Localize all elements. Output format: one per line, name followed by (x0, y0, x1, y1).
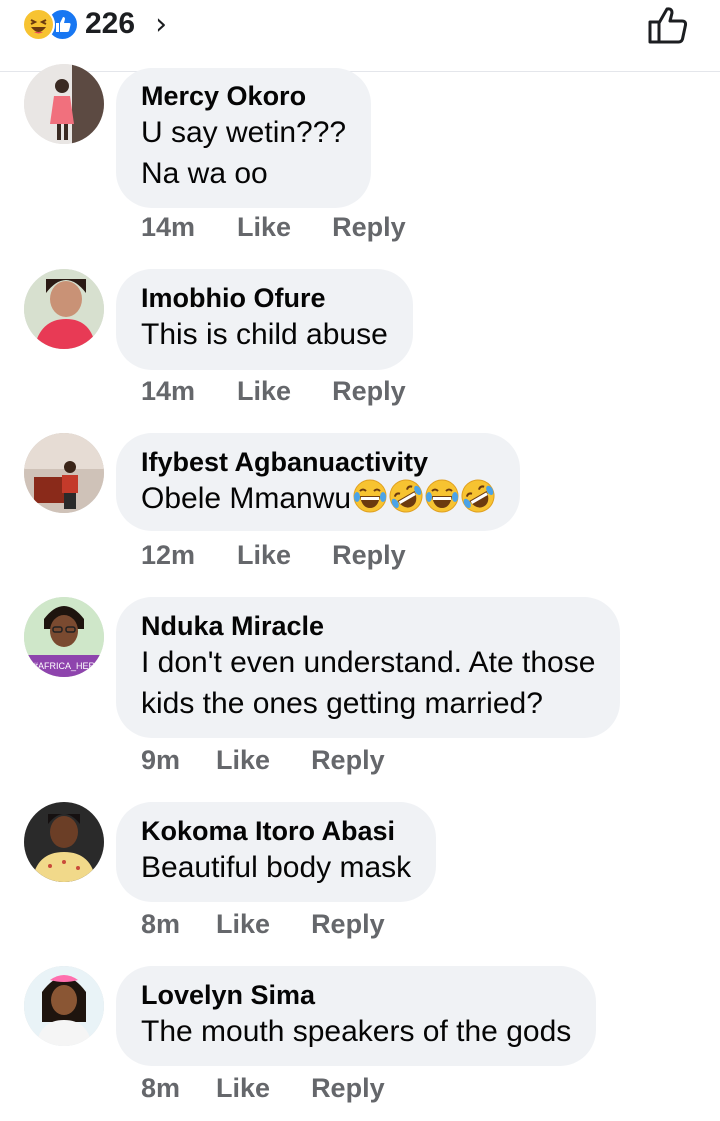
rofl-emoji (389, 479, 423, 513)
like-button[interactable]: Like (216, 745, 270, 776)
comment-author[interactable]: Mercy Okoro (141, 80, 346, 112)
comment-author[interactable]: Lovelyn Sima (141, 979, 571, 1011)
comment-actions: 14m Like Reply (141, 207, 406, 247)
reactions-bar: 226 › (0, 0, 720, 72)
chevron-right-icon: › (155, 6, 168, 42)
comment-actions: 14m Like Reply (141, 371, 406, 411)
comment-author[interactable]: Kokoma Itoro Abasi (141, 815, 411, 847)
reply-button[interactable]: Reply (332, 212, 406, 243)
reply-button[interactable]: Reply (311, 909, 385, 940)
reply-button[interactable]: Reply (311, 745, 385, 776)
reply-button[interactable]: Reply (332, 540, 406, 571)
reaction-summary[interactable]: 226 › (22, 4, 167, 44)
comment-time[interactable]: 12m (141, 540, 195, 571)
avatar[interactable] (24, 64, 104, 144)
comment-bubble[interactable]: Nduka Miracle I don't even understand. A… (116, 597, 621, 738)
comment-bubble[interactable]: Imobhio Ofure This is child abuse (116, 269, 413, 370)
reply-button[interactable]: Reply (332, 376, 406, 407)
comment-actions: 8m Like Reply (141, 1068, 385, 1108)
comment-text: This is child abuse (141, 318, 388, 351)
comment-author[interactable]: Imobhio Ofure (141, 282, 388, 314)
tears-of-joy-emoji (353, 479, 387, 513)
comment-bubble[interactable]: Kokoma Itoro Abasi Beautiful body mask (116, 802, 437, 902)
comment-bubble[interactable]: Mercy Okoro U say wetin??? Na wa oo (116, 68, 372, 208)
avatar[interactable] (24, 269, 104, 349)
comment-time[interactable]: 8m (141, 909, 180, 940)
comment-time[interactable]: 8m (141, 1073, 180, 1104)
haha-icon (22, 7, 55, 41)
avatar-caption: #AFRICA_HER (33, 661, 96, 671)
comment-actions: 8m Like Reply (141, 904, 385, 944)
like-button[interactable]: Like (237, 376, 291, 407)
comment-bubble[interactable]: Ifybest Agbanuactivity Obele Mmanwu (116, 433, 521, 531)
thumbs-up-icon[interactable] (646, 4, 690, 46)
rofl-emoji (461, 479, 495, 513)
comment-time[interactable]: 14m (141, 212, 195, 243)
comment-time[interactable]: 14m (141, 376, 195, 407)
comment-text: Obele Mmanwu (141, 478, 495, 519)
comment-bubble[interactable]: Lovelyn Sima The mouth speakers of the g… (116, 966, 597, 1066)
avatar[interactable] (24, 966, 104, 1046)
avatar[interactable] (24, 802, 104, 882)
comment-author[interactable]: Nduka Miracle (141, 610, 595, 642)
reaction-count: 226 (85, 7, 136, 40)
tears-of-joy-emoji (425, 479, 459, 513)
comment-actions: 9m Like Reply (141, 740, 385, 780)
comment-author[interactable]: Ifybest Agbanuactivity (141, 446, 495, 478)
avatar[interactable]: #AFRICA_HER (24, 597, 104, 677)
like-button[interactable]: Like (216, 909, 270, 940)
avatar[interactable] (24, 433, 104, 513)
comment-text-content: Obele Mmanwu (141, 482, 352, 515)
comment-text: The mouth speakers of the gods (141, 1015, 572, 1048)
comment-text: Beautiful body mask (141, 851, 412, 884)
comment-text: U say wetin??? Na wa oo (141, 116, 347, 190)
reply-button[interactable]: Reply (311, 1073, 385, 1104)
like-button[interactable]: Like (237, 540, 291, 571)
like-button[interactable]: Like (216, 1073, 270, 1104)
like-button[interactable]: Like (237, 212, 291, 243)
comment-time[interactable]: 9m (141, 745, 180, 776)
comment-actions: 12m Like Reply (141, 535, 406, 575)
comment-text: I don't even understand. Ate those kids … (141, 646, 596, 720)
